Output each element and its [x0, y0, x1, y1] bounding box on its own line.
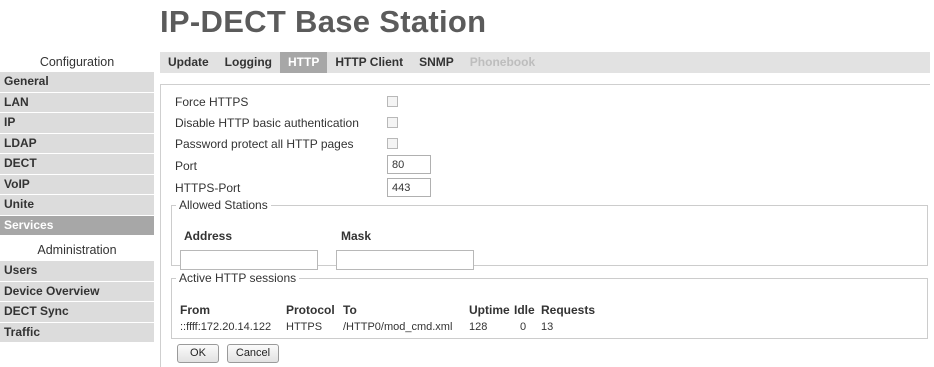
tab-http-client[interactable]: HTTP Client [327, 52, 411, 73]
allowed-stations-group: Allowed Stations Address Mask [171, 198, 928, 270]
mask-input[interactable] [336, 250, 474, 270]
sidebar-item-users[interactable]: Users [0, 261, 154, 281]
active-sessions-group: Active HTTP sessions From Protocol To Up… [171, 271, 928, 339]
allowed-stations-legend: Allowed Stations [179, 198, 268, 212]
session-from: ::ffff:172.20.14.122 [180, 321, 272, 333]
sidebar-item-dect[interactable]: DECT [0, 154, 154, 174]
sidebar-item-dect-sync[interactable]: DECT Sync [0, 302, 154, 322]
sessions-header-protocol: Protocol [286, 303, 335, 317]
session-protocol: HTTPS [286, 321, 323, 333]
sidebar-item-services[interactable]: Services [0, 215, 154, 235]
address-column-header: Address [184, 229, 233, 243]
port-label: Port [175, 159, 198, 173]
http-settings-panel: Force HTTPS Disable HTTP basic authentic… [160, 84, 930, 367]
sidebar-item-traffic[interactable]: Traffic [0, 322, 154, 342]
active-sessions-legend: Active HTTP sessions [179, 271, 297, 285]
force-https-checkbox[interactable] [387, 96, 398, 107]
sidebar-heading-administration: Administration [0, 239, 154, 261]
sessions-header-uptime: Uptime [469, 303, 510, 317]
disable-basic-auth-checkbox[interactable] [387, 117, 398, 128]
password-protect-checkbox[interactable] [387, 138, 398, 149]
sidebar: Configuration General LAN IP LDAP DECT V… [0, 52, 154, 343]
force-https-label: Force HTTPS [175, 95, 249, 109]
sessions-header-requests: Requests [541, 303, 596, 317]
port-input[interactable] [387, 155, 431, 174]
sidebar-item-unite[interactable]: Unite [0, 195, 154, 215]
disable-basic-auth-label: Disable HTTP basic authentication [175, 116, 359, 130]
https-port-input[interactable] [387, 178, 431, 197]
tab-snmp[interactable]: SNMP [411, 52, 462, 73]
sidebar-item-device-overview[interactable]: Device Overview [0, 281, 154, 301]
page-title: IP-DECT Base Station [160, 4, 487, 39]
cancel-button[interactable]: Cancel [227, 344, 279, 363]
tab-http[interactable]: HTTP [280, 52, 328, 73]
sessions-header-to: To [343, 303, 357, 317]
tab-logging[interactable]: Logging [217, 52, 280, 73]
sidebar-item-ldap[interactable]: LDAP [0, 133, 154, 153]
mask-column-header: Mask [341, 229, 372, 243]
https-port-label: HTTPS-Port [175, 181, 241, 195]
sessions-header-idle: Idle [514, 303, 535, 317]
session-requests: 13 [541, 321, 554, 333]
sessions-header-from: From [180, 303, 210, 317]
session-idle: 0 [520, 321, 527, 333]
tab-phonebook: Phonebook [469, 55, 536, 69]
session-uptime: 128 [469, 321, 488, 333]
password-protect-label: Password protect all HTTP pages [175, 137, 354, 151]
sidebar-item-voip[interactable]: VoIP [0, 174, 154, 194]
sidebar-item-lan[interactable]: LAN [0, 92, 154, 112]
sidebar-item-general[interactable]: General [0, 72, 154, 92]
sidebar-item-ip[interactable]: IP [0, 113, 154, 133]
ok-button[interactable]: OK [177, 344, 219, 363]
tab-update[interactable]: Update [160, 52, 217, 73]
address-input[interactable] [180, 250, 318, 270]
session-to: /HTTP0/mod_cmd.xml [343, 321, 453, 333]
sidebar-heading-configuration: Configuration [0, 52, 154, 72]
tab-bar: Update Logging HTTP HTTP Client SNMP Pho… [160, 52, 930, 73]
